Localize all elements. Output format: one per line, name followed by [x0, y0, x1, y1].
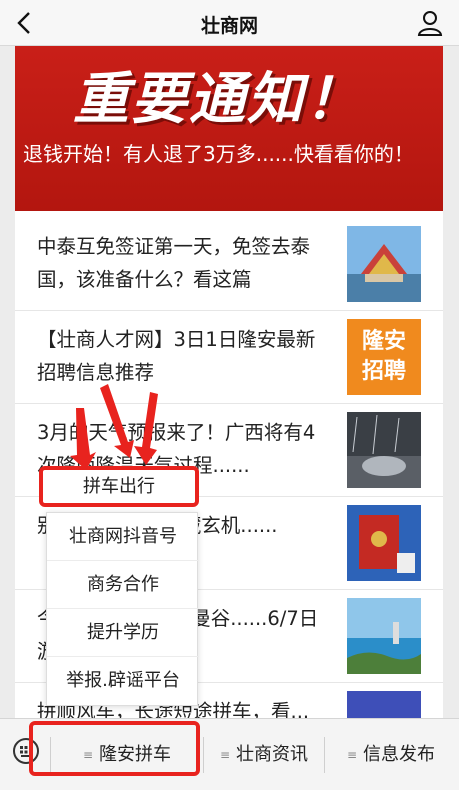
thumbnail-image — [347, 505, 421, 581]
thumbnail-image — [347, 691, 421, 718]
page-title: 壮商网 — [200, 15, 258, 37]
top-bar: 壮商网 — [0, 0, 459, 46]
menu-lines-icon: ≡ — [346, 748, 358, 762]
tab-zhuangshang-news[interactable]: ≡ 壮商资讯 — [205, 719, 323, 790]
menu-item-education[interactable]: 提升学历 — [47, 609, 199, 657]
user-icon[interactable] — [415, 8, 445, 38]
news-title: 中泰互免签证第一天，免签去泰国，该准备什么？看这篇 — [37, 235, 311, 291]
tab-highlight-box — [29, 721, 200, 776]
thumb-label: 隆安招聘 — [361, 329, 406, 384]
menu-item-carpool: 拼车出行 — [83, 476, 155, 497]
banner-headline: 重要通知！ — [73, 67, 363, 132]
banner-subtext: 退钱开始！有人退了3万多......快看看你的！ — [23, 142, 414, 166]
list-item[interactable]: 中泰互免签证第一天，免签去泰国，该准备什么？看这篇 — [15, 218, 443, 311]
menu-lines-icon: ≡ — [219, 748, 231, 762]
menu-item-business[interactable]: 商务合作 — [47, 561, 199, 609]
divider — [203, 737, 204, 773]
thumbnail-image — [347, 226, 421, 302]
thumbnail-image — [347, 598, 421, 674]
news-title: 【壮商人才网】3日1日隆安最新招聘信息推荐 — [37, 328, 316, 384]
menu-item-report[interactable]: 举报.辟谣平台 — [47, 657, 199, 705]
menu-popup: 壮商网抖音号 商务合作 提升学历 举报.辟谣平台 — [46, 512, 199, 706]
thumbnail-image: 隆安招聘 — [347, 319, 421, 395]
menu-item-douyin[interactable]: 壮商网抖音号 — [47, 513, 199, 561]
menu-item-carpool-highlight[interactable]: 拼车出行 — [39, 466, 199, 507]
list-item[interactable]: 【壮商人才网】3日1日隆安最新招聘信息推荐 隆安招聘 — [15, 311, 443, 404]
tab-info-publish[interactable]: ≡ 信息发布 — [326, 719, 456, 790]
notice-banner[interactable]: 重要通知！ 退钱开始！有人退了3万多......快看看你的！ — [15, 46, 443, 211]
divider — [324, 737, 325, 773]
thumbnail-image — [347, 412, 421, 488]
